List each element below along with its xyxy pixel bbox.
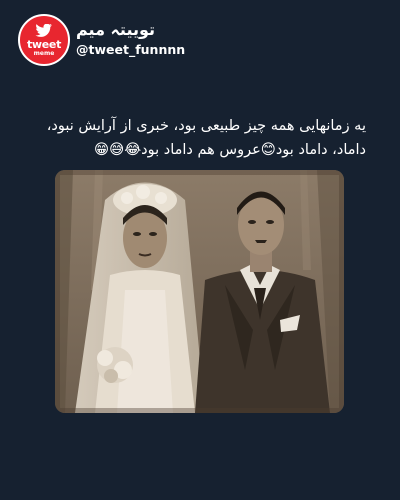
tweet-text: یه زمانهایی همه چیز طبیعی بود، خبری از آ…	[20, 114, 366, 162]
logo-subtext: meme	[33, 49, 55, 57]
account-avatar[interactable]: tweet meme	[18, 14, 70, 66]
account-names: توییتہ میم @tweet_funnnn	[76, 20, 185, 58]
account-handle[interactable]: @tweet_funnnn	[76, 42, 185, 58]
wedding-photo-image	[55, 170, 344, 413]
tweet-header: tweet meme توییتہ میم @tweet_funnnn	[18, 12, 388, 72]
tweet-text-line-1: یه زمانهایی همه چیز طبیعی بود، خبری از آ…	[46, 118, 366, 134]
bird-icon	[35, 23, 53, 37]
display-name[interactable]: توییتہ میم	[76, 20, 185, 40]
logo-text: tweet	[26, 37, 62, 51]
tweet-photo[interactable]	[55, 170, 344, 413]
tweet-text-line-2: داماد، داماد بود😊عروس هم داماد بود😂😅😁	[93, 142, 366, 158]
